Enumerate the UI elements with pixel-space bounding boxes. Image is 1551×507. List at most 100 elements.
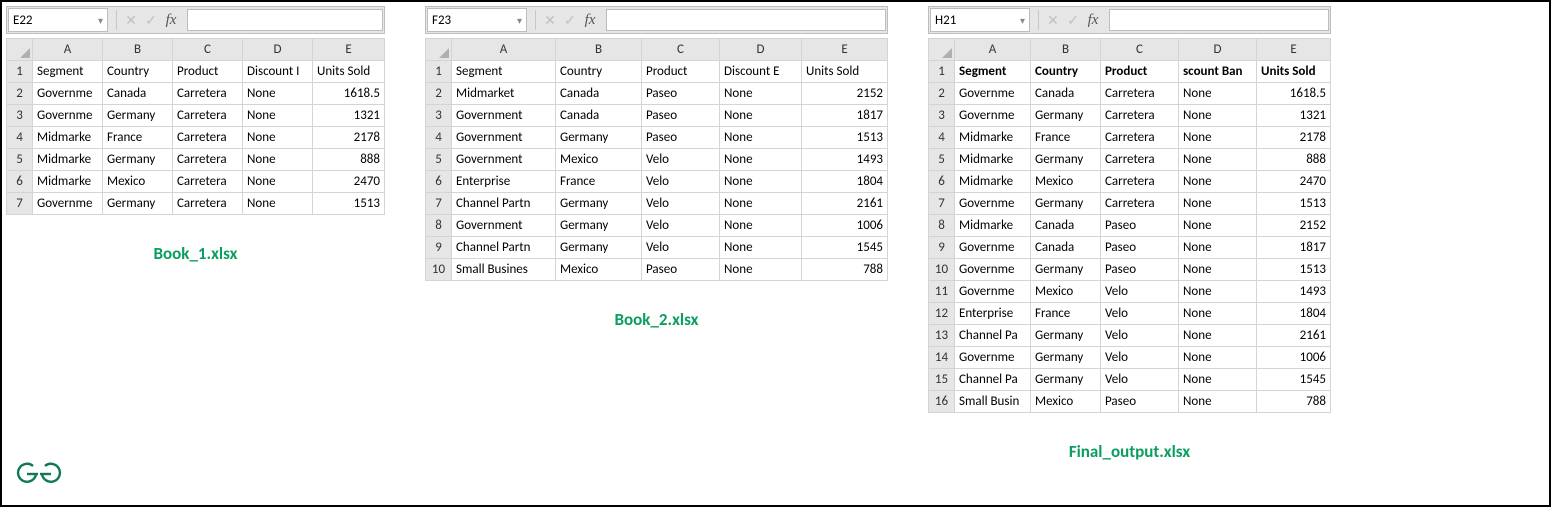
cell[interactable]: 1545 xyxy=(802,237,888,259)
cell[interactable]: None xyxy=(1179,193,1257,215)
row-header[interactable]: 15 xyxy=(929,369,955,391)
cell[interactable]: 888 xyxy=(1257,149,1331,171)
cell[interactable]: Velo xyxy=(642,237,720,259)
cell[interactable]: Governme xyxy=(33,105,103,127)
row-header[interactable]: 2 xyxy=(7,83,33,105)
fx-icon[interactable]: fx xyxy=(580,12,600,29)
cell[interactable]: 1493 xyxy=(802,149,888,171)
col-header-B[interactable]: B xyxy=(1031,39,1101,61)
cell[interactable]: None xyxy=(720,127,802,149)
cell[interactable]: 1321 xyxy=(1257,105,1331,127)
chevron-down-icon[interactable]: ▾ xyxy=(517,14,522,27)
cell[interactable]: Enterprise xyxy=(955,303,1031,325)
cell[interactable]: None xyxy=(720,105,802,127)
cell[interactable]: None xyxy=(243,171,313,193)
cell[interactable]: Germany xyxy=(1031,105,1101,127)
cell[interactable]: None xyxy=(1179,127,1257,149)
cell[interactable]: Country xyxy=(103,61,173,83)
cell[interactable]: 2152 xyxy=(1257,215,1331,237)
col-header-E[interactable]: E xyxy=(1257,39,1331,61)
cell[interactable]: Units Sold xyxy=(313,61,385,83)
col-header-C[interactable]: C xyxy=(173,39,243,61)
row-header[interactable]: 8 xyxy=(426,215,452,237)
cell[interactable]: 888 xyxy=(313,149,385,171)
row-header[interactable]: 2 xyxy=(929,83,955,105)
cell[interactable]: Carretera xyxy=(1101,171,1179,193)
row-header[interactable]: 2 xyxy=(426,83,452,105)
cell[interactable]: None xyxy=(720,237,802,259)
spreadsheet-grid[interactable]: ABCDE1SegmentCountryProductscount BanUni… xyxy=(928,38,1331,413)
row-header[interactable]: 7 xyxy=(929,193,955,215)
cell[interactable]: Velo xyxy=(642,149,720,171)
cell[interactable]: Velo xyxy=(1101,347,1179,369)
formula-input[interactable] xyxy=(187,9,383,31)
cell[interactable]: None xyxy=(1179,347,1257,369)
cell[interactable]: None xyxy=(243,127,313,149)
row-header[interactable]: 4 xyxy=(426,127,452,149)
cell[interactable]: Germany xyxy=(103,149,173,171)
cell[interactable]: Germany xyxy=(556,127,642,149)
cell[interactable]: 2470 xyxy=(313,171,385,193)
cell[interactable]: Country xyxy=(556,61,642,83)
cell[interactable]: Midmarke xyxy=(33,149,103,171)
cell[interactable]: 1817 xyxy=(1257,237,1331,259)
cell[interactable]: Product xyxy=(642,61,720,83)
cell[interactable]: None xyxy=(1179,369,1257,391)
cell[interactable]: Carretera xyxy=(1101,105,1179,127)
cell[interactable]: Mexico xyxy=(556,259,642,281)
col-header-A[interactable]: A xyxy=(452,39,556,61)
cell[interactable]: None xyxy=(720,171,802,193)
fx-icon[interactable]: fx xyxy=(1083,12,1103,29)
cell[interactable]: 1618.5 xyxy=(313,83,385,105)
cell[interactable]: Mexico xyxy=(1031,391,1101,413)
cell[interactable]: Governme xyxy=(955,347,1031,369)
cell[interactable]: None xyxy=(720,83,802,105)
row-header[interactable]: 4 xyxy=(929,127,955,149)
cell[interactable]: Velo xyxy=(642,215,720,237)
cell[interactable]: None xyxy=(720,215,802,237)
cell[interactable]: Canada xyxy=(1031,83,1101,105)
cell[interactable]: Carretera xyxy=(173,149,243,171)
name-box[interactable]: H21▾ xyxy=(930,8,1030,32)
row-header[interactable]: 12 xyxy=(929,303,955,325)
cell[interactable]: Units Sold xyxy=(1257,61,1331,83)
row-header[interactable]: 1 xyxy=(426,61,452,83)
cell[interactable]: Carretera xyxy=(1101,83,1179,105)
row-header[interactable]: 13 xyxy=(929,325,955,347)
cell[interactable]: Midmarke xyxy=(955,127,1031,149)
row-header[interactable]: 16 xyxy=(929,391,955,413)
cell[interactable]: Germany xyxy=(556,215,642,237)
col-header-C[interactable]: C xyxy=(1101,39,1179,61)
cell[interactable]: None xyxy=(243,105,313,127)
select-all-corner[interactable] xyxy=(426,39,452,61)
cell[interactable]: Channel Partn xyxy=(452,193,556,215)
cell[interactable]: Product xyxy=(173,61,243,83)
cell[interactable]: None xyxy=(1179,281,1257,303)
cell[interactable]: Carretera xyxy=(173,193,243,215)
col-header-E[interactable]: E xyxy=(802,39,888,61)
cell[interactable]: Midmarke xyxy=(955,171,1031,193)
cell[interactable]: Germany xyxy=(1031,149,1101,171)
cell[interactable]: 1006 xyxy=(1257,347,1331,369)
fx-icon[interactable]: fx xyxy=(161,12,181,29)
enter-icon[interactable]: ✓ xyxy=(560,12,580,29)
cell[interactable]: Channel Pa xyxy=(955,325,1031,347)
cell[interactable]: Governme xyxy=(955,281,1031,303)
select-all-corner[interactable] xyxy=(929,39,955,61)
cell[interactable]: 1545 xyxy=(1257,369,1331,391)
cell[interactable]: Canada xyxy=(1031,237,1101,259)
row-header[interactable]: 9 xyxy=(929,237,955,259)
cell[interactable]: 1804 xyxy=(1257,303,1331,325)
cell[interactable]: Mexico xyxy=(103,171,173,193)
cell[interactable]: Channel Partn xyxy=(452,237,556,259)
cell[interactable]: Units Sold xyxy=(802,61,888,83)
cell[interactable]: Governme xyxy=(955,193,1031,215)
chevron-down-icon[interactable]: ▾ xyxy=(98,14,103,27)
cell[interactable]: Paseo xyxy=(642,83,720,105)
cell[interactable]: Carretera xyxy=(173,105,243,127)
cell[interactable]: Country xyxy=(1031,61,1101,83)
cell[interactable]: Segment xyxy=(452,61,556,83)
cell[interactable]: Governme xyxy=(955,259,1031,281)
row-header[interactable]: 3 xyxy=(929,105,955,127)
cell[interactable]: Canada xyxy=(556,105,642,127)
